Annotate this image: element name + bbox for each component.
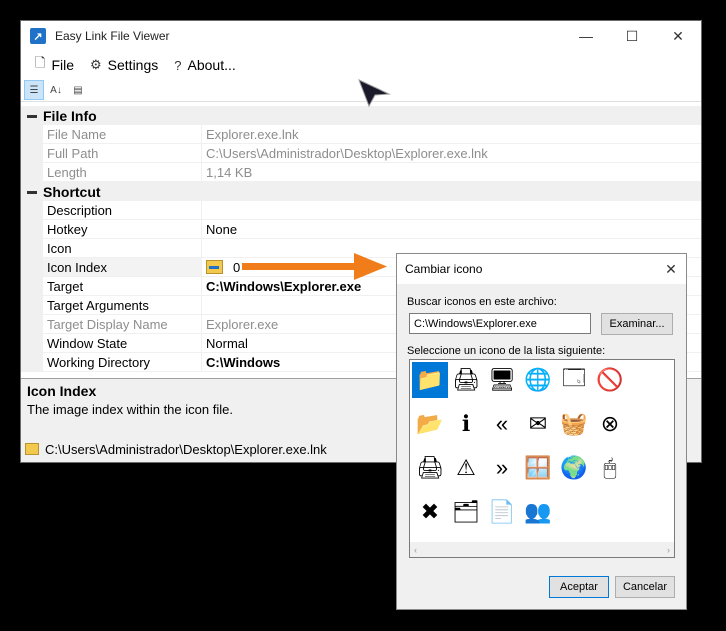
folder-up-icon[interactable]: 📂 <box>412 406 448 442</box>
property-name: Target Display Name <box>43 315 202 333</box>
property-value: Explorer.exe.lnk <box>206 126 299 142</box>
property-name: Length <box>43 163 202 181</box>
horizontal-scrollbar[interactable]: ‹ › <box>410 542 674 557</box>
status-path: C:\Users\Administrador\Desktop\Explorer.… <box>45 441 327 457</box>
pointer-arrow <box>242 253 387 280</box>
mouse-cursor-icon <box>358 79 391 108</box>
search-label: Buscar iconos en este archivo: <box>407 296 557 308</box>
categorized-view-icon[interactable]: ☰ <box>24 80 44 100</box>
property-value[interactable]: Normal <box>202 334 248 352</box>
menu-file[interactable]: 🗋 File <box>27 51 82 79</box>
property-name: Hotkey <box>43 220 202 238</box>
cancel-button[interactable]: Cancelar <box>615 576 675 598</box>
property-value[interactable]: C:\Windows <box>202 353 280 371</box>
property-row[interactable]: Full Path C:\Users\Administrador\Desktop\… <box>21 144 701 163</box>
property-name: Working Directory <box>43 353 202 371</box>
double-left-icon[interactable]: « <box>484 406 520 442</box>
scroll-left-icon[interactable]: ‹ <box>414 545 417 555</box>
change-icon-dialog: Cambiar icono ✕ Buscar iconos en este ar… <box>396 253 687 610</box>
desktop-arrow-icon[interactable]: 🖱 <box>592 450 628 486</box>
icon-file-field[interactable]: C:\Windows\Explorer.exe <box>409 313 591 334</box>
dialog-title: Cambiar icono <box>405 262 483 276</box>
scroll-right-icon[interactable]: › <box>667 545 670 555</box>
app-window-icon[interactable]: 🪟 <box>520 450 556 486</box>
property-name: File Name <box>43 125 202 143</box>
browse-button[interactable]: Examinar... <box>601 313 673 335</box>
property-pages-icon[interactable]: ▤ <box>68 80 88 100</box>
collapse-icon[interactable]: ▬ <box>21 186 43 197</box>
category-label: Shortcut <box>43 183 101 200</box>
menu-bar: 🗋 File ⚙ Settings ? About... <box>21 51 701 79</box>
document-icon[interactable]: 📄 <box>484 494 520 530</box>
printer-icon[interactable]: 🖨 <box>412 450 448 486</box>
shortcut-file-icon <box>25 443 39 455</box>
close-button[interactable]: ✕ <box>655 21 701 51</box>
blocked-document-icon[interactable]: 🚫 <box>592 362 628 398</box>
maximize-button[interactable]: ☐ <box>609 21 655 51</box>
minimize-button[interactable]: — <box>563 21 609 51</box>
explorer-folder-icon <box>206 260 223 274</box>
property-row[interactable]: File Name Explorer.exe.lnk <box>21 125 701 144</box>
category-label: File Info <box>43 107 97 124</box>
collapse-icon[interactable]: ▬ <box>21 110 43 121</box>
menu-file-label: File <box>51 57 75 73</box>
warning-icon[interactable]: ⚠ <box>448 450 484 486</box>
menu-about-label: About... <box>187 57 236 73</box>
window-title: Easy Link File Viewer <box>55 29 170 43</box>
property-value[interactable] <box>202 201 206 219</box>
users-icon[interactable]: 👥 <box>520 494 556 530</box>
folder-icon[interactable]: 📁 <box>412 362 448 398</box>
app-link-icon: ↗ <box>30 28 46 44</box>
property-row[interactable]: Hotkey None <box>21 220 701 239</box>
gear-icon: ⚙ <box>90 57 102 72</box>
folder-zip-icon[interactable]: 🗂 <box>448 494 484 530</box>
dialog-title-bar[interactable]: Cambiar icono ✕ <box>397 254 686 284</box>
property-row[interactable]: Length 1,14 KB <box>21 163 701 182</box>
double-right-icon[interactable]: » <box>484 450 520 486</box>
property-value[interactable] <box>202 296 206 314</box>
property-value: C:\Users\Administrador\Desktop\Explorer.… <box>206 145 488 161</box>
property-name: Target <box>43 277 202 295</box>
internet-icon[interactable]: 🌍 <box>556 450 592 486</box>
printer-help-icon[interactable]: 🖨 <box>448 362 484 398</box>
property-value: 0 <box>233 259 241 275</box>
property-name: Icon <box>43 239 202 257</box>
sort-alphabetical-icon[interactable]: A↓ <box>46 80 66 100</box>
property-value: Explorer.exe <box>206 316 279 332</box>
category-file-info[interactable]: ▬ File Info <box>21 106 701 125</box>
icon-list[interactable]: 📁 🖨 🖥 🌐 🗔 🚫 📂 ℹ «✉ 🧺 ⊗ 🖨 ⚠» 🪟 🌍 🖱 ✖ 🗂 📄 👥 ‹ › <box>409 359 675 558</box>
menu-about[interactable]: ? About... <box>166 51 244 79</box>
globe-icon[interactable]: 🌐 <box>520 362 556 398</box>
menu-settings[interactable]: ⚙ Settings <box>82 51 166 79</box>
property-name: Full Path <box>43 144 202 162</box>
property-value[interactable]: None <box>202 220 237 238</box>
property-value[interactable] <box>202 239 206 257</box>
property-name: Window State <box>43 334 202 352</box>
property-name: Description <box>43 201 202 219</box>
ok-button[interactable]: Aceptar <box>549 576 609 598</box>
list-label: Seleccione un icono de la lista siguient… <box>407 345 606 357</box>
property-value: 1,14 KB <box>206 164 253 180</box>
property-name: Target Arguments <box>43 296 202 314</box>
property-row[interactable]: Description <box>21 201 701 220</box>
info-icon[interactable]: ℹ <box>448 406 484 442</box>
dialog-close-button[interactable]: ✕ <box>656 261 686 278</box>
error-icon[interactable]: ✖ <box>412 494 448 530</box>
property-value-cell[interactable]: 0 <box>202 258 240 276</box>
file-icon: 🗋 <box>35 55 46 70</box>
property-name: Icon Index <box>43 258 202 276</box>
shopping-basket-icon[interactable]: 🧺 <box>556 406 592 442</box>
mail-icon[interactable]: ✉ <box>520 406 556 442</box>
computer-icon[interactable]: 🖥 <box>484 362 520 398</box>
question-icon: ? <box>174 57 182 73</box>
category-shortcut[interactable]: ▬ Shortcut <box>21 182 701 201</box>
menu-settings-label: Settings <box>107 57 159 73</box>
title-bar[interactable]: ↗ Easy Link File Viewer — ☐ ✕ <box>21 21 701 51</box>
windows-icon[interactable]: 🗔 <box>556 362 592 398</box>
circle-x-icon[interactable]: ⊗ <box>592 406 628 442</box>
